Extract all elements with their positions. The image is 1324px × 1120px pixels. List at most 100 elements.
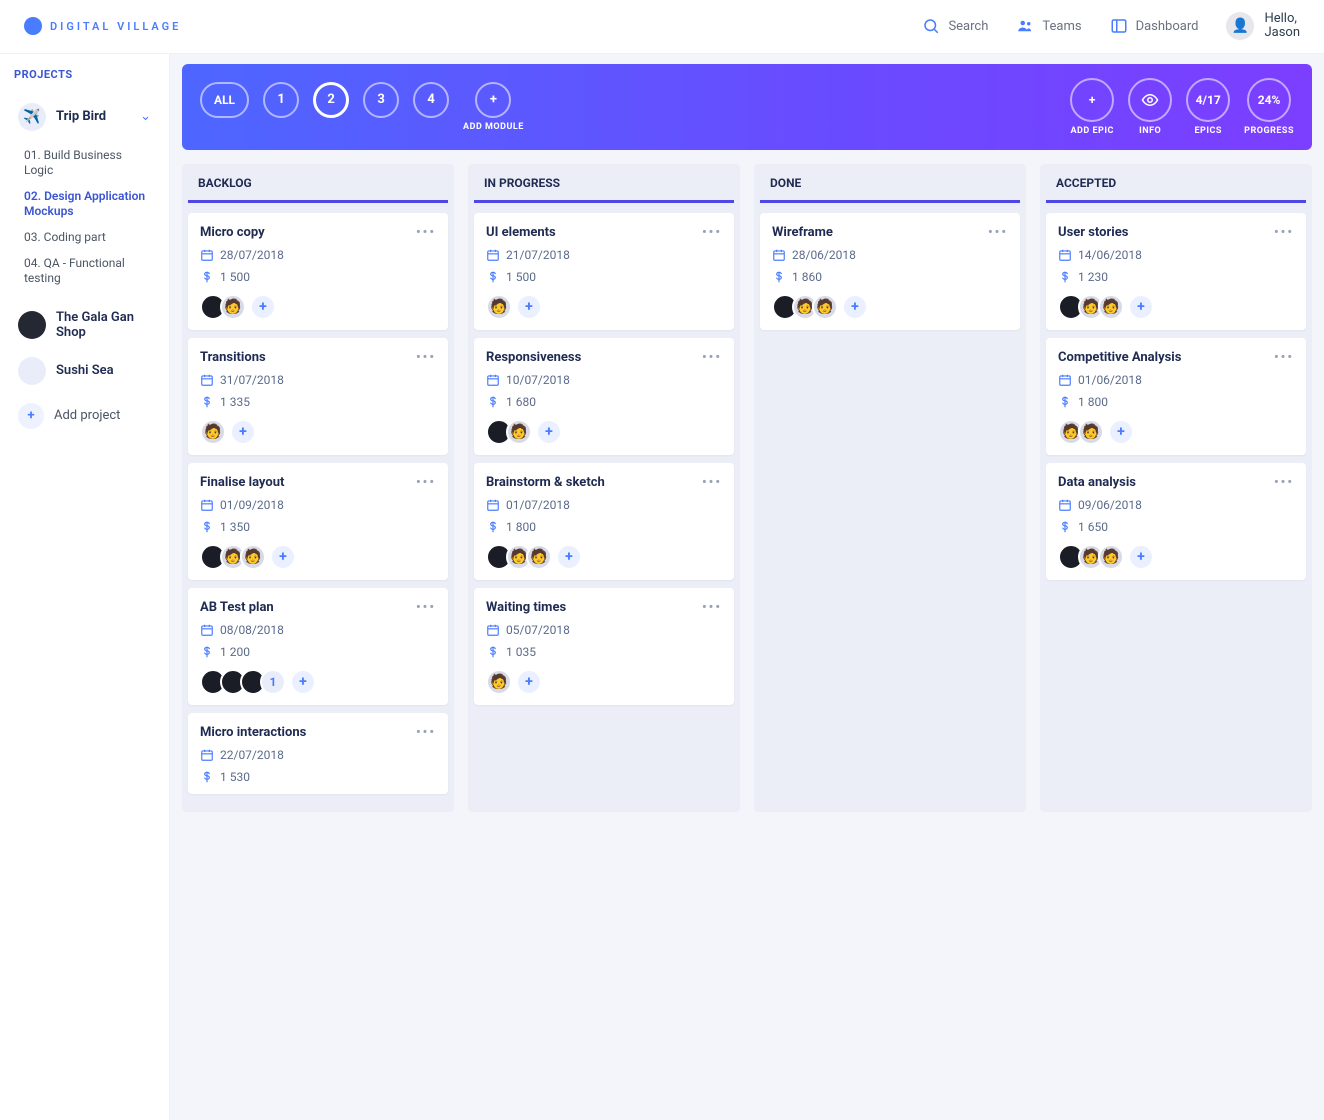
task-card[interactable]: Responsiveness•••10/07/20181 680🧑+	[474, 338, 734, 455]
task-card[interactable]: Wireframe•••28/06/20181 860🧑🧑+	[760, 213, 1020, 330]
assignee-row: 🧑🧑+	[1058, 419, 1294, 445]
task-card[interactable]: Data analysis•••09/06/20181 650🧑🧑+	[1046, 463, 1306, 580]
calendar-icon	[486, 248, 500, 262]
card-more-icon[interactable]: •••	[1274, 350, 1294, 365]
card-price: 1 500	[220, 270, 250, 284]
project-item[interactable]: The Gala Gan Shop	[14, 302, 155, 349]
assignee-row: 🧑🧑+	[200, 544, 436, 570]
project-subitem[interactable]: 03. Coding part	[20, 225, 155, 251]
assignee-avatar[interactable]: 🧑	[1078, 419, 1104, 445]
card-title: Competitive Analysis	[1058, 350, 1181, 365]
user-menu[interactable]: 👤 Hello, Jason	[1226, 12, 1300, 41]
project-name: Trip Bird	[56, 109, 106, 125]
card-more-icon[interactable]: •••	[416, 725, 436, 740]
card-more-icon[interactable]: •••	[1274, 475, 1294, 490]
task-card[interactable]: Competitive Analysis•••01/06/20181 800🧑🧑…	[1046, 338, 1306, 455]
card-title: Finalise layout	[200, 475, 284, 490]
card-more-icon[interactable]: •••	[416, 600, 436, 615]
card-date: 10/07/2018	[506, 373, 570, 387]
card-more-icon[interactable]: •••	[988, 225, 1008, 240]
card-price: 1 680	[506, 395, 536, 409]
calendar-icon	[772, 248, 786, 262]
card-date: 05/07/2018	[506, 623, 570, 637]
add-project-label: Add project	[54, 408, 120, 423]
card-more-icon[interactable]: •••	[702, 225, 722, 240]
project-subitem[interactable]: 04. QA - Functional testing	[20, 251, 155, 292]
add-assignee-button[interactable]: +	[230, 419, 256, 445]
add-assignee-button[interactable]: +	[516, 669, 542, 695]
card-price: 1 500	[506, 270, 536, 284]
assignee-avatar[interactable]: 🧑	[220, 294, 246, 320]
card-more-icon[interactable]: •••	[416, 350, 436, 365]
module-stat[interactable]	[1128, 78, 1172, 122]
assignee-avatar[interactable]: 🧑	[1098, 544, 1124, 570]
add-assignee-button[interactable]: +	[1128, 544, 1154, 570]
add-module-button[interactable]: +	[475, 82, 511, 118]
assignee-avatar[interactable]: 🧑	[526, 544, 552, 570]
add-assignee-button[interactable]: +	[270, 544, 296, 570]
add-assignee-button[interactable]: +	[536, 419, 562, 445]
assignee-avatar[interactable]: 🧑	[1098, 294, 1124, 320]
module-stat-label: PROGRESS	[1244, 126, 1294, 136]
add-assignee-button[interactable]: +	[516, 294, 542, 320]
assignee-avatar[interactable]: 🧑	[240, 544, 266, 570]
add-assignee-button[interactable]: +	[556, 544, 582, 570]
card-more-icon[interactable]: •••	[702, 600, 722, 615]
task-card[interactable]: Brainstorm & sketch•••01/07/20181 800🧑🧑+	[474, 463, 734, 580]
assignee-avatar[interactable]: 🧑	[506, 419, 532, 445]
card-price: 1 035	[506, 645, 536, 659]
add-assignee-button[interactable]: +	[1108, 419, 1134, 445]
assignee-avatar[interactable]: 🧑	[200, 419, 226, 445]
card-date: 31/07/2018	[220, 373, 284, 387]
project-subitem[interactable]: 01. Build Business Logic	[20, 143, 155, 184]
task-card[interactable]: AB Test plan•••08/08/20181 2001+	[188, 588, 448, 705]
add-project-button[interactable]: + Add project	[14, 393, 155, 439]
module-stat[interactable]: 4/17	[1186, 78, 1230, 122]
card-date: 22/07/2018	[220, 748, 284, 762]
task-card[interactable]: Micro interactions•••22/07/20181 530	[188, 713, 448, 794]
card-price: 1 230	[1078, 270, 1108, 284]
card-title: Wireframe	[772, 225, 833, 240]
task-card[interactable]: User stories•••14/06/20181 230🧑🧑+	[1046, 213, 1306, 330]
module-stat[interactable]: +	[1070, 78, 1114, 122]
card-more-icon[interactable]: •••	[1274, 225, 1294, 240]
brand-logo[interactable]: DIGITAL VILLAGE	[24, 17, 181, 35]
card-more-icon[interactable]: •••	[702, 350, 722, 365]
assignee-avatar[interactable]: 🧑	[486, 294, 512, 320]
task-card[interactable]: Transitions•••31/07/20181 335🧑+	[188, 338, 448, 455]
module-pill[interactable]: 4	[413, 82, 449, 118]
task-card[interactable]: Micro copy•••28/07/20181 500🧑+	[188, 213, 448, 330]
module-pill[interactable]: 2	[313, 82, 349, 118]
dashboard-icon	[1110, 17, 1128, 35]
module-filter-all[interactable]: ALL	[200, 82, 249, 118]
task-card[interactable]: Finalise layout•••01/09/20181 350🧑🧑+	[188, 463, 448, 580]
project-item[interactable]: Sushi Sea	[14, 349, 155, 393]
task-card[interactable]: UI elements•••21/07/20181 500🧑+	[474, 213, 734, 330]
add-assignee-button[interactable]: +	[842, 294, 868, 320]
search-icon	[922, 17, 940, 35]
task-card[interactable]: Waiting times•••05/07/20181 035🧑+	[474, 588, 734, 705]
module-stat[interactable]: 24%	[1247, 78, 1291, 122]
search-link[interactable]: Search	[922, 17, 988, 35]
card-more-icon[interactable]: •••	[416, 475, 436, 490]
add-assignee-button[interactable]: +	[250, 294, 276, 320]
add-assignee-button[interactable]: +	[290, 669, 316, 695]
assignee-avatar[interactable]: 🧑	[812, 294, 838, 320]
add-assignee-button[interactable]: +	[1128, 294, 1154, 320]
module-pill[interactable]: 1	[263, 82, 299, 118]
assignee-avatar[interactable]: 🧑	[486, 669, 512, 695]
card-more-icon[interactable]: •••	[702, 475, 722, 490]
sidebar: PROJECTS ✈️Trip Bird⌄01. Build Business …	[0, 54, 170, 1120]
dashboard-link[interactable]: Dashboard	[1110, 17, 1199, 35]
card-more-icon[interactable]: •••	[416, 225, 436, 240]
dollar-icon	[200, 270, 214, 284]
teams-link[interactable]: Teams	[1016, 17, 1081, 35]
greet-line2: Jason	[1264, 26, 1300, 40]
project-subitem[interactable]: 02. Design Application Mockups	[20, 184, 155, 225]
dashboard-label: Dashboard	[1136, 19, 1199, 34]
card-price: 1 800	[1078, 395, 1108, 409]
project-item[interactable]: ✈️Trip Bird⌄	[14, 95, 155, 139]
module-pill[interactable]: 3	[363, 82, 399, 118]
brand-text: DIGITAL VILLAGE	[50, 20, 181, 33]
assignee-overflow-count[interactable]: 1	[260, 669, 286, 695]
